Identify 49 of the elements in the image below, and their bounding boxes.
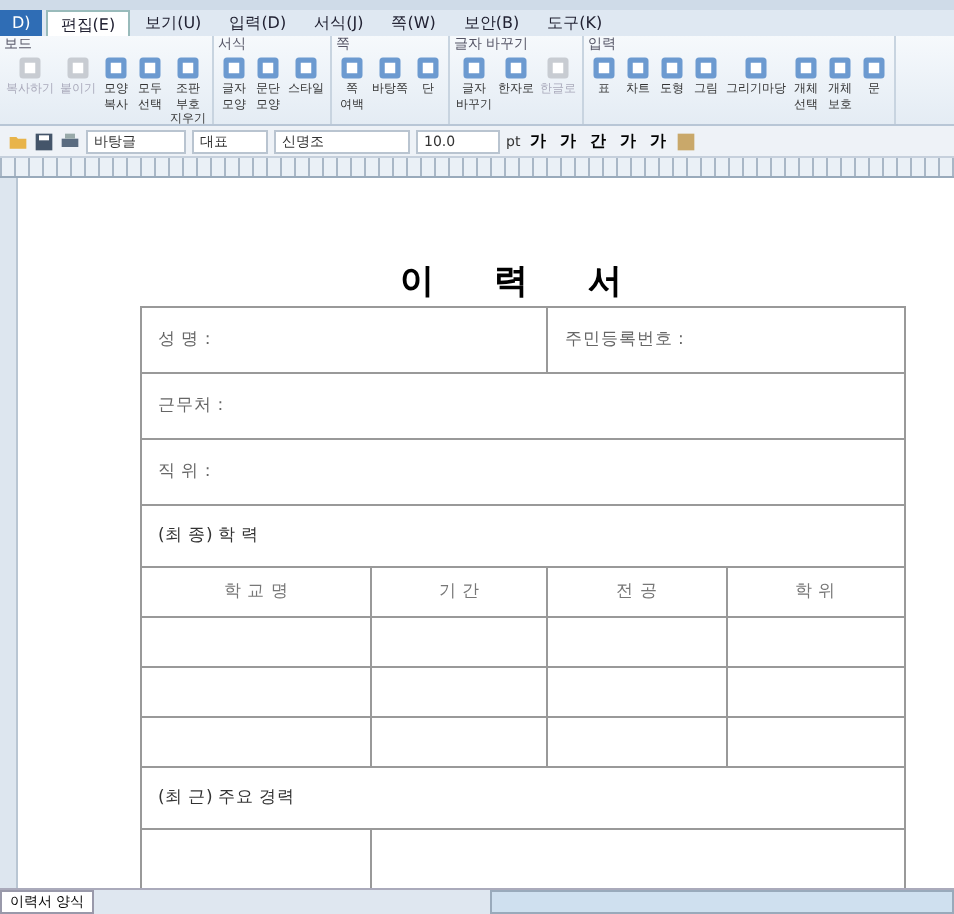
- tool-icon: [658, 54, 686, 82]
- form-field-cell: 주민등록번호 :: [547, 307, 905, 373]
- save-icon[interactable]: [34, 131, 54, 151]
- column-header-cell: 학 교 명: [141, 567, 372, 617]
- tool-icon: [254, 54, 282, 82]
- format-button[interactable]: 가: [526, 130, 551, 152]
- tool-icon: [136, 54, 164, 82]
- menu-tab[interactable]: 쪽(W): [379, 10, 448, 36]
- tool-icon: [414, 54, 442, 82]
- tool-icon: [64, 54, 92, 82]
- tool-icon: [502, 54, 530, 82]
- format-button[interactable]: 가: [616, 130, 641, 152]
- tool-icon: [220, 54, 248, 82]
- form-field-cell: 직 위 :: [141, 439, 905, 505]
- tool-icon: [692, 54, 720, 82]
- tool-icon: [826, 54, 854, 82]
- tool-icon: [590, 54, 618, 82]
- menu-tab[interactable]: 보안(B): [451, 10, 532, 36]
- tool-icon: [792, 54, 820, 82]
- format-button[interactable]: 가: [646, 130, 671, 152]
- menu-tab[interactable]: 도구(K): [535, 10, 615, 36]
- tool-icon: [624, 54, 652, 82]
- menu-tab[interactable]: 편집(E): [46, 10, 130, 36]
- tool-icon: [102, 54, 130, 82]
- tool-icon: [376, 54, 404, 82]
- menu-tab[interactable]: 서식(J): [302, 10, 376, 36]
- tool-icon: [742, 54, 770, 82]
- horizontal-scrollbar[interactable]: [490, 890, 954, 914]
- section-heading-cell: (최 종) 학 력: [141, 505, 905, 567]
- tool-icon: [338, 54, 366, 82]
- menu-tab[interactable]: D): [0, 10, 43, 36]
- tool-icon: [292, 54, 320, 82]
- menu-tab[interactable]: 보기(U): [133, 10, 214, 36]
- tool-icon: [860, 54, 888, 82]
- column-header-cell: 학 위: [726, 567, 905, 617]
- format-button[interactable]: 간: [586, 130, 611, 152]
- column-header-cell: 전 공: [547, 567, 727, 617]
- printer-icon[interactable]: [60, 131, 80, 151]
- document-title: 이 력 서: [398, 260, 648, 306]
- menu-tab[interactable]: 입력(D): [217, 10, 299, 36]
- tool-icon: [460, 54, 488, 82]
- tool-icon: [16, 54, 44, 82]
- form-field-cell: 성 명 :: [141, 307, 548, 373]
- column-header-cell: 기 간: [371, 567, 548, 617]
- format-button[interactable]: 가: [556, 130, 581, 152]
- section-heading-cell: (최 근) 주요 경력: [141, 767, 905, 829]
- tool-icon: [174, 54, 202, 82]
- tool-icon: [544, 54, 572, 82]
- form-field-cell: 근무처 :: [141, 373, 905, 439]
